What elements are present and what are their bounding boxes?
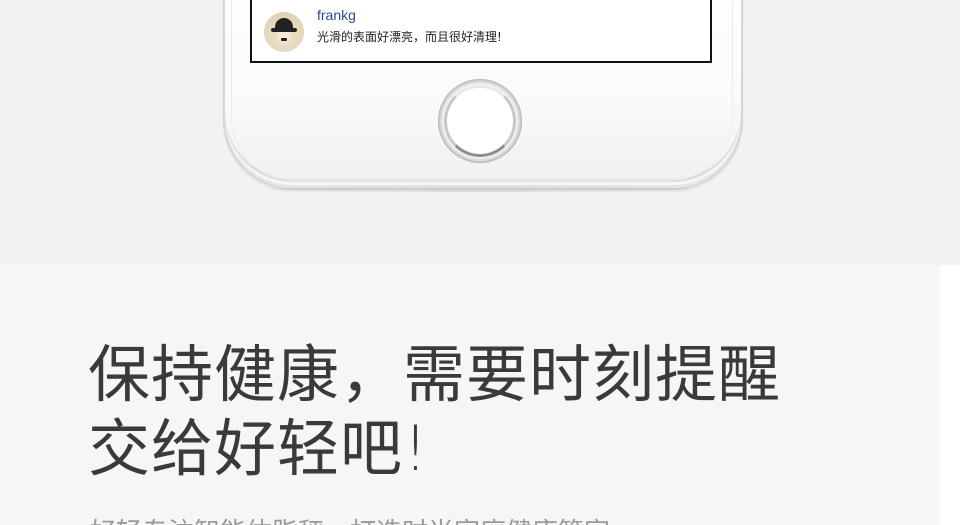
page: frankg 光滑的表面好漂亮，而且很好清理! 保持健康，需要时刻提醒 交给好轻… [0,0,960,525]
commenter-name[interactable]: frankg [317,7,356,23]
body-text: 好轻专注智能体脂秤，打造时尚家庭健康管家 [90,512,610,525]
right-strip [940,265,960,525]
comment: frankg 光滑的表面好漂亮，而且很好清理! [264,7,694,58]
comment-text: 光滑的表面好漂亮，而且很好清理! [317,30,502,44]
headline-line-1: 保持健康，需要时刻提醒 [88,338,782,411]
headline: 保持健康，需要时刻提醒 交给好轻吧! [88,338,781,486]
phone-screen: frankg 光滑的表面好漂亮，而且很好清理! [250,0,712,63]
headline-line-2: 交给好轻吧! [88,412,429,485]
phone-shadow [270,186,690,192]
avatar-icon[interactable] [264,12,304,52]
home-button-ring [444,85,516,157]
